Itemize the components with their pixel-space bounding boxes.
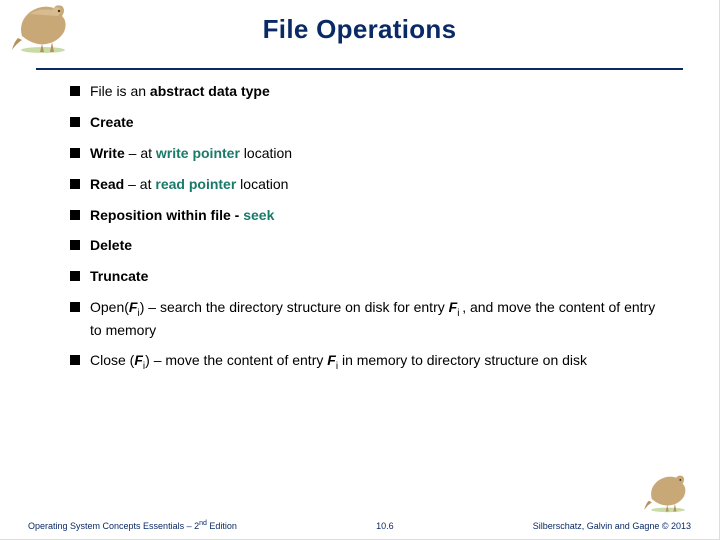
bullet-bold: Write [90,145,125,161]
bullet-text: – at [125,145,156,161]
bullet-text: in memory to directory structure on disk [338,352,587,368]
bullet-item: Reposition within file - seek [70,206,659,225]
bullet-list: File is an abstract data type Create Wri… [70,82,659,374]
bullet-item: Open(Fi) – search the directory structur… [70,298,659,339]
footer-text: Edition [207,521,237,531]
dinosaur-logo-icon [8,2,78,54]
bullet-bold: Read [90,176,124,192]
bullet-text: ) – move the content of entry [145,352,327,368]
bullet-teal: seek [243,207,274,223]
footer-right: Silberschatz, Galvin and Gagne © 2013 [533,521,691,531]
slide-title: File Operations [0,0,719,45]
bullet-text: Open( [90,299,129,315]
bullet-bold: Create [90,114,134,130]
bullet-text: Close ( [90,352,134,368]
bullet-item: File is an abstract data type [70,82,659,101]
bullet-bold: Delete [90,237,132,253]
footer-text: Operating System Concepts Essentials – 2 [28,521,199,531]
bullet-teal: read pointer [155,176,236,192]
bullet-item: Read – at read pointer location [70,175,659,194]
slide-header: File Operations [0,0,719,62]
bullet-text: – at [124,176,155,192]
bullet-bold: Reposition within file - [90,207,243,223]
bullet-text: location [240,145,292,161]
dinosaur-watermark-icon [637,473,699,513]
bullet-item: Write – at write pointer location [70,144,659,163]
footer-left: Operating System Concepts Essentials – 2… [28,520,237,531]
bullet-item: Close (Fi) – move the content of entry F… [70,351,659,373]
bullet-item: Truncate [70,267,659,286]
bullet-ital: F [134,352,143,368]
bullet-text: location [236,176,288,192]
bullet-bold: abstract data type [150,83,270,99]
bullet-bold: Truncate [90,268,148,284]
footer-center: 10.6 [237,521,533,531]
bullet-ital: F [449,299,458,315]
bullet-item: Delete [70,236,659,255]
slide-footer: Operating System Concepts Essentials – 2… [0,520,719,531]
slide-content: File is an abstract data type Create Wri… [0,70,719,374]
footer-sup: nd [199,520,207,527]
bullet-text: File is an [90,83,150,99]
bullet-teal: write pointer [156,145,240,161]
slide: File Operations File is an abstract data… [0,0,720,540]
bullet-ital: F [327,352,336,368]
bullet-text: ) – search the directory structure on di… [140,299,449,315]
bullet-item: Create [70,113,659,132]
